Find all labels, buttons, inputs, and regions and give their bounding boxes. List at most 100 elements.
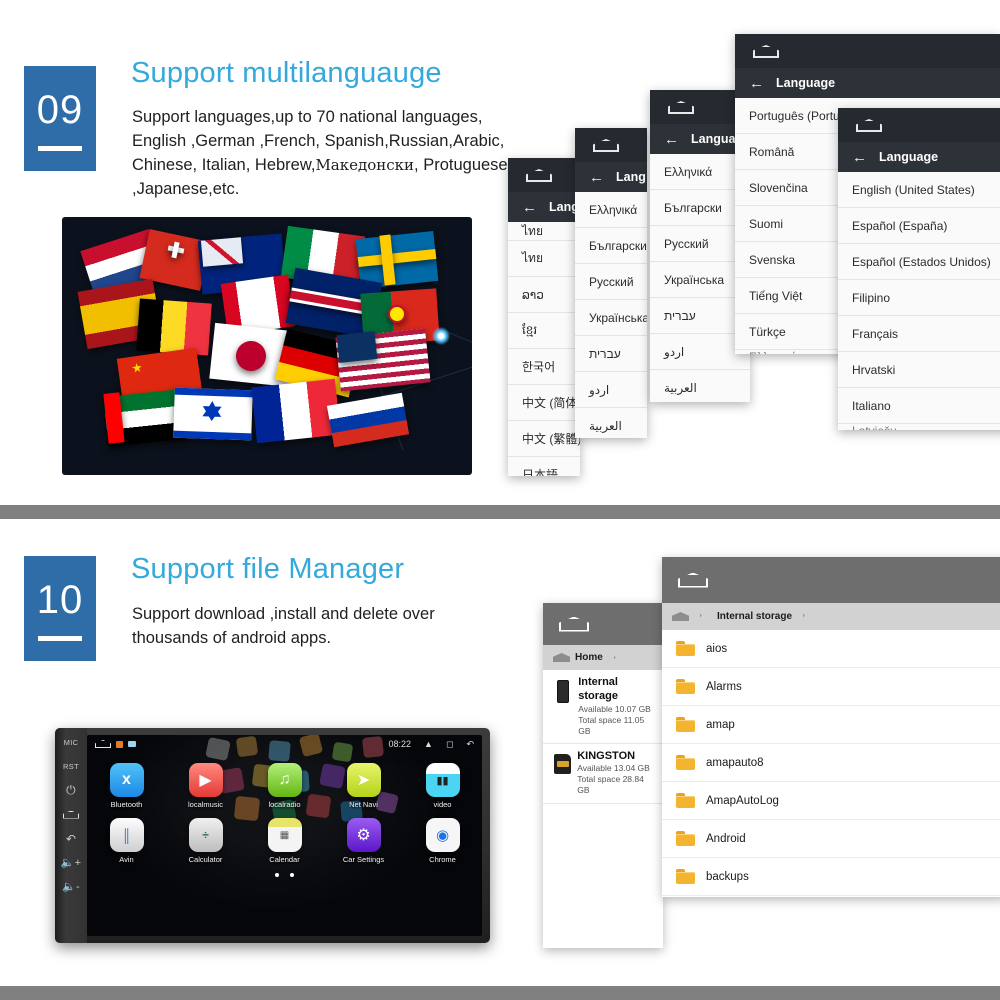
breadcrumb-internal-storage[interactable]: Internal storage <box>707 603 804 630</box>
language-list-1[interactable]: ไทย ไทย ລາວ ខ្មែរ 한국어 中文 (简体) 中文 (繁體) 日本… <box>508 222 580 476</box>
app-grid[interactable]: x Bluetooth ▶ localmusic ♫ localradio ➤ … <box>87 753 482 877</box>
language-item[interactable]: Hrvatski <box>838 352 1000 388</box>
language-item[interactable]: Español (Estados Unidos) <box>838 244 1000 280</box>
flag-russia <box>326 392 410 448</box>
back-icon[interactable]: ↶ <box>466 739 474 750</box>
vol-up-icon[interactable]: 🔈+ <box>58 855 84 870</box>
language-item[interactable]: English (United States) <box>838 172 1000 208</box>
folder-list[interactable]: aios Alarms amap amapauto8 AmapAutoLog A… <box>662 630 1000 897</box>
language-item[interactable]: 日本語 <box>508 457 580 476</box>
language-item[interactable]: ខ្មែរ <box>508 313 580 349</box>
back-arrow-icon[interactable]: ← <box>589 169 604 186</box>
home-icon[interactable] <box>559 616 589 632</box>
home-icon[interactable] <box>678 572 708 588</box>
storage-list[interactable]: Internal storage Available 10.07 GB Tota… <box>543 670 663 804</box>
file-manager-storage-panel[interactable]: Internal storage aios Alarms amap amapau… <box>662 557 1000 897</box>
language-item[interactable]: Ελληνικά <box>575 192 647 228</box>
language-item[interactable]: עברית <box>575 336 647 372</box>
home-icon[interactable] <box>856 119 882 132</box>
language-panel-5[interactable]: ← Language English (United States) Españ… <box>838 108 1000 430</box>
head-unit-screen[interactable]: 08:22 ▲ ◻ ↶ x Bluetooth ▶ localmusic ♫ l… <box>87 735 482 936</box>
badge-underline <box>38 636 82 641</box>
language-item[interactable]: Italiano <box>838 388 1000 424</box>
folder-icon <box>676 641 695 656</box>
power-icon[interactable]: ⏻ <box>58 783 84 798</box>
language-panel-2[interactable]: ← Lang Ελληνικά Български Русский Україн… <box>575 128 647 438</box>
vol-down-icon[interactable]: 🔈- <box>58 879 84 894</box>
home-icon[interactable] <box>526 169 552 182</box>
language-item[interactable]: Русский <box>575 264 647 300</box>
language-list-5[interactable]: English (United States) Español (España)… <box>838 172 1000 430</box>
storage-row[interactable]: Internal storage Available 10.07 GB Tota… <box>543 670 663 744</box>
head-unit-side-buttons[interactable]: MIC RST ⏻ ↶ 🔈+ 🔈- <box>55 728 87 943</box>
home-icon[interactable] <box>753 45 779 58</box>
home-icon[interactable] <box>58 807 84 822</box>
language-item[interactable]: 中文 (繁體) <box>508 421 580 457</box>
app-net-navi[interactable]: ➤ Net Navi <box>332 763 396 809</box>
app-bluetooth[interactable]: x Bluetooth <box>95 763 159 809</box>
back-arrow-icon[interactable]: ← <box>522 199 537 216</box>
app-calculator[interactable]: ÷ Calculator <box>174 818 238 864</box>
language-item[interactable]: Filipino <box>838 280 1000 316</box>
reset-button[interactable]: RST <box>58 759 84 774</box>
language-item[interactable]: ไทย <box>508 241 580 277</box>
back-arrow-icon[interactable]: ← <box>749 75 764 92</box>
language-item[interactable]: Español (España) <box>838 208 1000 244</box>
list-item[interactable]: AmapAutoLog <box>662 782 1000 820</box>
back-arrow-icon[interactable]: ← <box>664 131 679 148</box>
list-item[interactable]: amap <box>662 706 1000 744</box>
mic-button[interactable]: MIC <box>58 735 84 750</box>
language-item[interactable]: العربية <box>650 370 750 402</box>
breadcrumb-home[interactable] <box>662 603 701 630</box>
fm-breadcrumb-bar[interactable]: Home <box>543 645 663 670</box>
app-car-settings[interactable]: ⚙ Car Settings <box>332 818 396 864</box>
language-item[interactable]: 中文 (简体) <box>508 385 580 421</box>
page-dot[interactable] <box>275 873 279 877</box>
home-icon[interactable] <box>95 740 111 748</box>
list-item[interactable]: Android <box>662 820 1000 858</box>
list-item-partial[interactable] <box>662 896 1000 897</box>
app-video[interactable]: ▮▮ video <box>411 763 475 809</box>
car-head-unit: MIC RST ⏻ ↶ 🔈+ 🔈- 08:22 ▲ ◻ ↶ x Bluetoot… <box>55 728 490 943</box>
language-item[interactable]: Українська <box>575 300 647 336</box>
language-list-2[interactable]: Ελληνικά Български Русский Українська עב… <box>575 192 647 438</box>
language-item[interactable]: ไทย <box>508 222 580 241</box>
folder-name: amap <box>706 718 735 731</box>
recents-icon[interactable]: ◻ <box>446 739 453 750</box>
app-localmusic[interactable]: ▶ localmusic <box>174 763 238 809</box>
language-item[interactable]: ລາວ <box>508 277 580 313</box>
app-localradio[interactable]: ♫ localradio <box>253 763 317 809</box>
back-arrow-icon[interactable]: ← <box>852 149 867 166</box>
home-icon[interactable] <box>593 139 619 152</box>
storage-available: Available 13.04 GB <box>577 763 650 774</box>
list-item[interactable]: aios <box>662 630 1000 668</box>
glow-accent <box>432 327 450 345</box>
language-item[interactable]: اردو <box>575 372 647 408</box>
folder-icon <box>676 755 695 770</box>
breadcrumb-home[interactable]: Home <box>543 645 615 670</box>
home-icon <box>672 612 689 621</box>
app-calendar[interactable]: ▦ Calendar <box>253 818 317 864</box>
language-item[interactable]: Latviešu <box>838 424 1000 430</box>
back-icon[interactable]: ↶ <box>58 831 84 846</box>
language-item[interactable]: Français <box>838 316 1000 352</box>
chevron-up-icon[interactable]: ▲ <box>424 739 433 749</box>
list-item[interactable]: Alarms <box>662 668 1000 706</box>
list-item[interactable]: amapauto8 <box>662 744 1000 782</box>
toolbar-title: Language <box>879 150 939 164</box>
fm-breadcrumb-bar[interactable]: Internal storage <box>662 603 1000 630</box>
list-item[interactable]: backups <box>662 858 1000 896</box>
language-panel-1[interactable]: ← Lang ไทย ไทย ລາວ ខ្មែរ 한국어 中文 (简体) 中文 … <box>508 158 580 476</box>
home-icon[interactable] <box>668 101 694 114</box>
page-dot[interactable] <box>290 873 294 877</box>
language-item[interactable]: العربية <box>575 408 647 438</box>
body-line: Support languages,up to 70 national lang… <box>132 108 483 126</box>
file-manager-home-panel[interactable]: Home Internal storage Available 10.07 GB… <box>543 603 663 948</box>
storage-row[interactable]: KINGSTON Available 13.04 GB Total space … <box>543 743 663 804</box>
app-chrome[interactable]: ◉ Chrome <box>411 818 475 864</box>
language-item[interactable]: 한국어 <box>508 349 580 385</box>
app-avin[interactable]: ║ Avin <box>95 818 159 864</box>
language-item[interactable]: Български <box>575 228 647 264</box>
page-indicator[interactable] <box>87 873 482 877</box>
folder-icon <box>676 831 695 846</box>
